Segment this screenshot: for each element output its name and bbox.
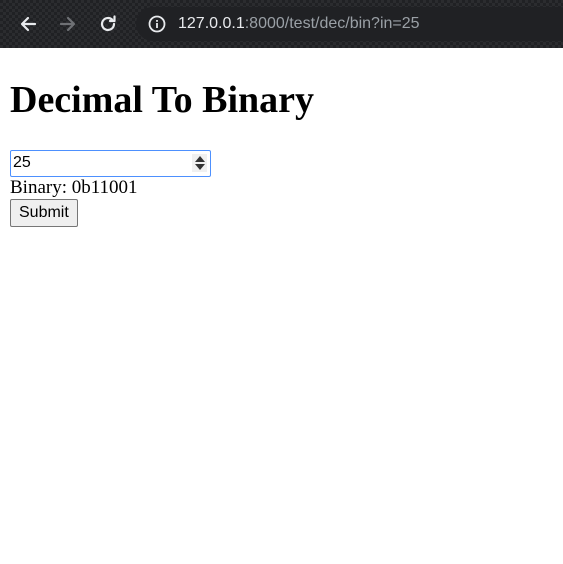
back-button[interactable] [16, 12, 40, 36]
forward-arrow-icon [59, 16, 76, 32]
binary-result: Binary: 0b11001 [10, 177, 553, 199]
reload-icon [100, 15, 116, 32]
address-bar[interactable]: 127.0.0.1:8000/test/dec/bin?in=25 [136, 7, 563, 41]
info-icon[interactable] [148, 15, 166, 33]
spin-up-arrow-icon[interactable] [194, 156, 205, 162]
spin-down-arrow-icon[interactable] [194, 164, 205, 170]
number-spinner[interactable] [192, 154, 207, 172]
result-value: 0b11001 [71, 177, 138, 198]
page-content: Decimal To Binary Binary: 0b11001 Submit [0, 78, 563, 227]
back-arrow-icon [20, 16, 37, 32]
submit-button[interactable]: Submit [10, 199, 78, 227]
decimal-input-wrapper [10, 150, 211, 177]
decimal-input[interactable] [11, 151, 190, 175]
browser-toolbar: 127.0.0.1:8000/test/dec/bin?in=25 [0, 0, 563, 48]
url-host: 127.0.0.1 [178, 15, 245, 32]
url-text[interactable]: 127.0.0.1:8000/test/dec/bin?in=25 [178, 15, 420, 33]
forward-button[interactable] [56, 12, 80, 36]
url-path: :8000/test/dec/bin?in=25 [244, 15, 420, 32]
reload-button[interactable] [96, 12, 120, 36]
page-title: Decimal To Binary [10, 79, 315, 121]
result-label: Binary: [10, 177, 67, 198]
